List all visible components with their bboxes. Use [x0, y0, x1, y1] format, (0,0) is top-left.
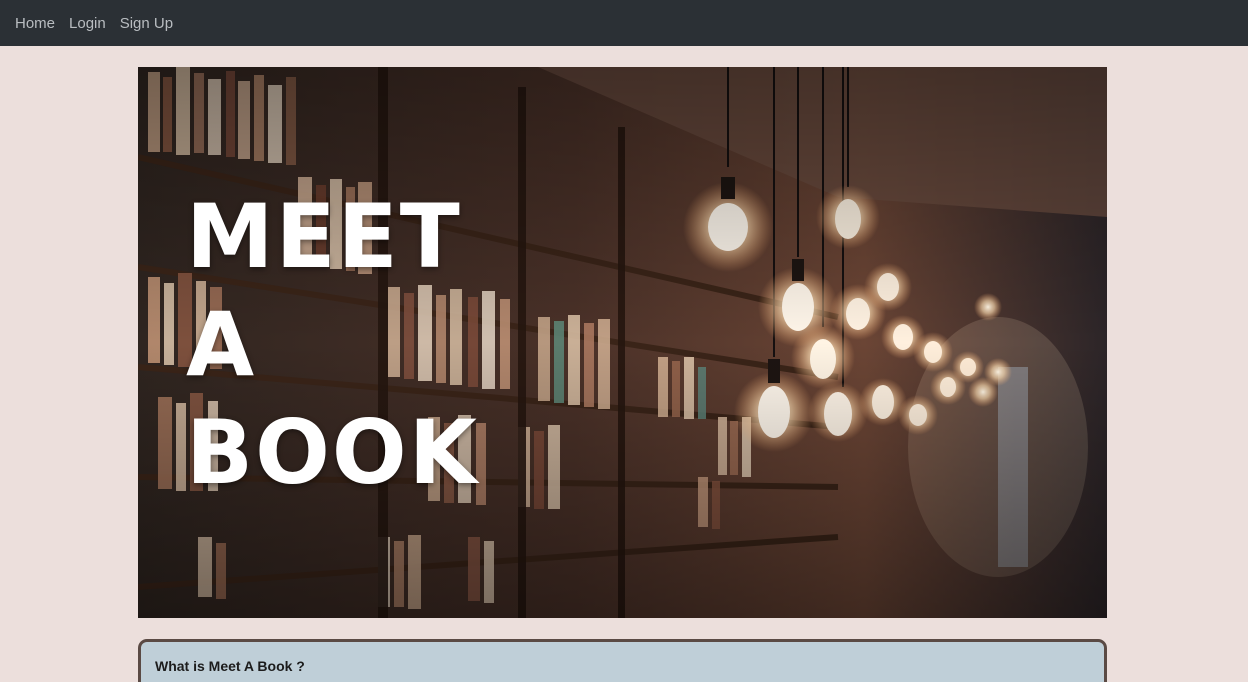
- hero-title-line: BOOK: [186, 401, 479, 504]
- about-card-title: What is Meet A Book ?: [155, 658, 305, 674]
- hero-title-line: A: [186, 293, 257, 396]
- about-card: What is Meet A Book ?: [138, 639, 1107, 682]
- hero-title-line: MEET: [186, 185, 462, 288]
- nav-link-sign-up[interactable]: Sign Up: [120, 15, 173, 32]
- hero-title: MEET A BOOK: [186, 183, 479, 507]
- top-navbar: Home Login Sign Up: [0, 0, 1248, 46]
- hero-banner: MEET A BOOK: [138, 67, 1107, 618]
- nav-link-login[interactable]: Login: [69, 15, 106, 32]
- nav-link-home[interactable]: Home: [15, 15, 55, 32]
